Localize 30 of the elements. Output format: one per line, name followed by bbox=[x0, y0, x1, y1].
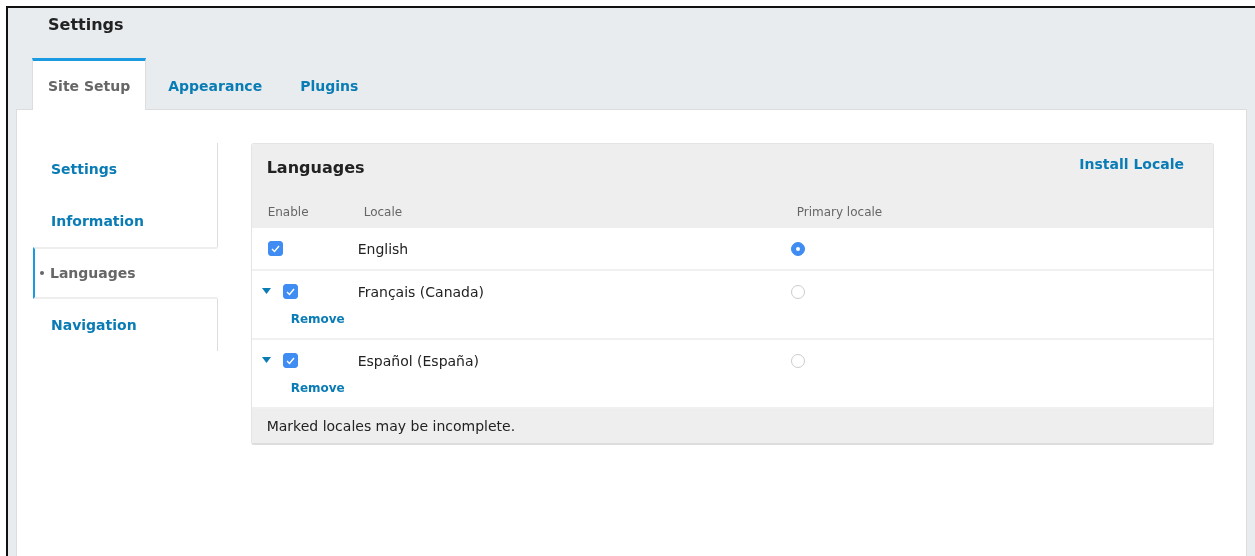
sidebar-item[interactable]: Information bbox=[33, 195, 218, 247]
check-icon bbox=[270, 244, 280, 253]
sidebar-item[interactable]: Navigation bbox=[33, 299, 218, 351]
sidebar-item[interactable]: Languages bbox=[33, 247, 218, 299]
primary-locale-radio[interactable] bbox=[790, 284, 805, 299]
footer-note: Marked locales may be incomplete. bbox=[251, 409, 1213, 443]
tab[interactable]: Site Setup bbox=[32, 58, 147, 110]
page-title: Settings bbox=[47, 14, 125, 36]
card-title: Languages bbox=[266, 157, 365, 177]
tab[interactable]: Plugins bbox=[284, 58, 375, 110]
enable-checkbox[interactable] bbox=[282, 284, 298, 299]
locale-name: English bbox=[357, 240, 409, 257]
remove-link[interactable]: Remove bbox=[261, 381, 358, 407]
primary-locale-radio[interactable] bbox=[790, 241, 805, 256]
column-header: Primary locale bbox=[796, 205, 884, 219]
remove-link[interactable]: Remove bbox=[261, 312, 358, 338]
install-locale-link[interactable]: Install Locale bbox=[1079, 156, 1184, 172]
primary-locale-radio[interactable] bbox=[790, 353, 805, 368]
check-icon bbox=[285, 287, 295, 296]
caret-icon[interactable] bbox=[261, 288, 271, 295]
locale-name: Français (Canada) bbox=[357, 283, 485, 300]
locale-name: Español (España) bbox=[357, 352, 480, 369]
enable-checkbox[interactable] bbox=[282, 353, 298, 368]
enable-checkbox[interactable] bbox=[267, 241, 283, 256]
column-header: Enable bbox=[267, 205, 310, 219]
check-icon bbox=[285, 356, 295, 365]
column-header: Locale bbox=[363, 205, 404, 219]
caret-icon[interactable] bbox=[261, 357, 271, 364]
sidebar-item[interactable]: Settings bbox=[33, 143, 218, 195]
tab[interactable]: Appearance bbox=[152, 58, 279, 110]
